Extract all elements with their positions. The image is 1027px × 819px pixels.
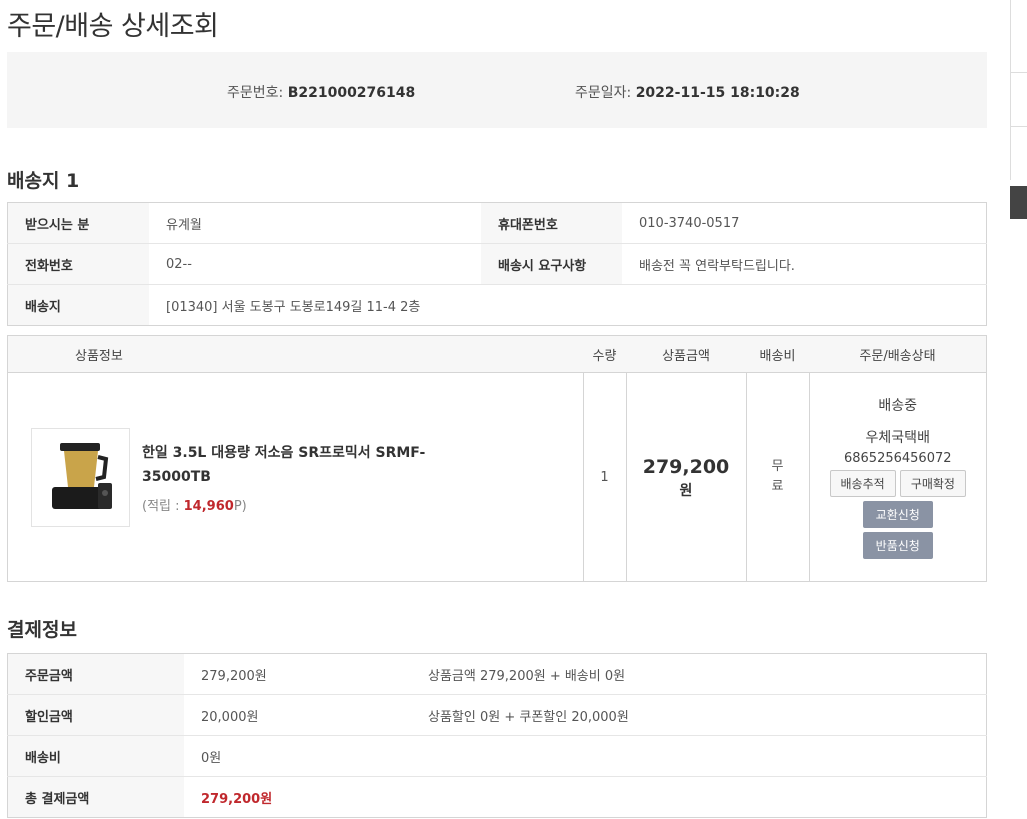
table-row: 주문금액 279,200원 상품금액 279,200원 + 배송비 0원 — [7, 653, 987, 695]
discount-amount-value: 20,000원 — [184, 694, 411, 736]
mixer-icon — [52, 442, 112, 509]
confirm-purchase-button[interactable]: 구매확정 — [899, 470, 966, 497]
price-value: 279,200 — [642, 456, 730, 478]
price-cell: 279,200 원 — [625, 372, 746, 582]
product-info-cell: 한일 3.5L 대용량 저소음 SR프로믹서 SRMF-35000TB (적립 … — [8, 373, 584, 582]
table-row: 할인금액 20,000원 상품할인 0원 + 쿠폰할인 20,000원 — [7, 694, 987, 736]
table-row: 한일 3.5L 대용량 저소음 SR프로믹서 SRMF-35000TB (적립 … — [8, 372, 987, 582]
address-label: 배송지 — [7, 284, 149, 326]
order-date-value: 2022-11-15 18:10:28 — [635, 85, 800, 101]
order-number: 주문번호: B221000276148 — [227, 82, 415, 102]
product-name-link[interactable]: 한일 3.5L 대용량 저소음 SR프로믹서 SRMF-35000TB — [142, 441, 462, 489]
mixer-product-image[interactable] — [31, 427, 130, 527]
shipping-fee-cell: 무 료 — [745, 372, 809, 582]
order-amount-label: 주문금액 — [7, 653, 184, 695]
total-payment-label: 총 결제금액 — [7, 776, 184, 818]
order-date: 주문일자: 2022-11-15 18:10:28 — [575, 82, 800, 102]
col-status: 주문/배송상태 — [809, 335, 987, 373]
status-cell: 배송중 우체국택배 6865256456072 배송추적 구매확정 교환신청 반… — [808, 372, 987, 582]
shipping-fee-value: 0원 — [184, 735, 411, 777]
order-summary-box: 주문번호: B221000276148 주문일자: 2022-11-15 18:… — [7, 52, 987, 128]
request-label: 배송시 요구사항 — [481, 243, 622, 285]
table-row: 받으시는 분 유계월 휴대폰번호 010-3740-0517 — [7, 202, 987, 244]
side-panel-edge — [1010, 0, 1027, 180]
return-request-button[interactable]: 반품신청 — [862, 532, 933, 559]
order-date-label: 주문일자: — [575, 85, 636, 101]
price-unit: 원 — [679, 483, 693, 499]
points-suffix: P) — [233, 498, 247, 514]
col-product-info: 상품정보 — [7, 335, 583, 373]
table-row: 배송비 0원 — [7, 735, 987, 777]
total-payment-value: 279,200원 — [184, 776, 411, 818]
col-price: 상품금액 — [626, 335, 746, 373]
order-number-value: B221000276148 — [287, 85, 416, 101]
phone-label: 전화번호 — [7, 243, 149, 285]
payment-section-title: 결제정보 — [7, 619, 77, 641]
mobile-value: 010-3740-0517 — [639, 215, 740, 231]
side-scroll-handle[interactable] — [1010, 186, 1027, 219]
shipping-fee-detail — [411, 735, 987, 777]
page-title: 주문/배송 상세조회 — [7, 11, 219, 42]
order-amount-value: 279,200원 — [201, 668, 267, 684]
shipping-info-table: 받으시는 분 유계월 휴대폰번호 010-3740-0517 전화번호 02--… — [7, 202, 987, 326]
table-row: 배송지 [01340] 서울 도봉구 도봉로149길 11-4 2층 — [7, 284, 987, 326]
track-delivery-button[interactable]: 배송추적 — [829, 470, 896, 497]
discount-amount-label: 할인금액 — [7, 694, 184, 736]
exchange-request-button[interactable]: 교환신청 — [862, 501, 933, 528]
total-payment-detail — [411, 776, 987, 818]
shipping-fee-text-1: 무 — [771, 459, 784, 474]
col-shipping-fee: 배송비 — [746, 335, 809, 373]
address-value: [01340] 서울 도봉구 도봉로149길 11-4 2층 — [149, 284, 987, 326]
table-row: 전화번호 02-- 배송시 요구사항 배송전 꼭 연락부탁드립니다. — [7, 243, 987, 285]
col-quantity: 수량 — [583, 335, 626, 373]
phone-value: 02-- — [149, 243, 481, 285]
payment-info-table: 주문금액 279,200원 상품금액 279,200원 + 배송비 0원 할인금… — [7, 653, 987, 818]
table-header-row: 상품정보 수량 상품금액 배송비 주문/배송상태 — [7, 335, 987, 373]
discount-amount-detail: 상품할인 0원 + 쿠폰할인 20,000원 — [411, 694, 987, 736]
carrier-name: 우체국택배 — [865, 430, 930, 446]
product-table: 상품정보 수량 상품금액 배송비 주문/배송상태 한일 3.5L 대용량 저소음… — [7, 335, 987, 582]
quantity-cell: 1 — [582, 372, 626, 582]
recipient-value: 유계월 — [166, 217, 202, 233]
order-amount-detail: 상품금액 279,200원 + 배송비 0원 — [428, 668, 626, 684]
order-status: 배송중 — [878, 398, 918, 414]
table-row: 총 결제금액 279,200원 — [7, 776, 987, 818]
mobile-label: 휴대폰번호 — [481, 202, 622, 244]
points-value: 14,960 — [183, 498, 234, 514]
tracking-number: 6865256456072 — [843, 451, 952, 466]
shipping-section-title: 배송지 1 — [7, 170, 80, 192]
points-prefix: (적립 : — [142, 498, 184, 514]
recipient-label: 받으시는 분 — [7, 202, 149, 244]
request-value: 배송전 꼭 연락부탁드립니다. — [622, 243, 987, 285]
points-info: (적립 : 14,960P) — [142, 495, 462, 514]
shipping-fee-text-2: 료 — [771, 479, 784, 494]
order-number-label: 주문번호: — [227, 85, 288, 101]
shipping-fee-label: 배송비 — [7, 735, 184, 777]
